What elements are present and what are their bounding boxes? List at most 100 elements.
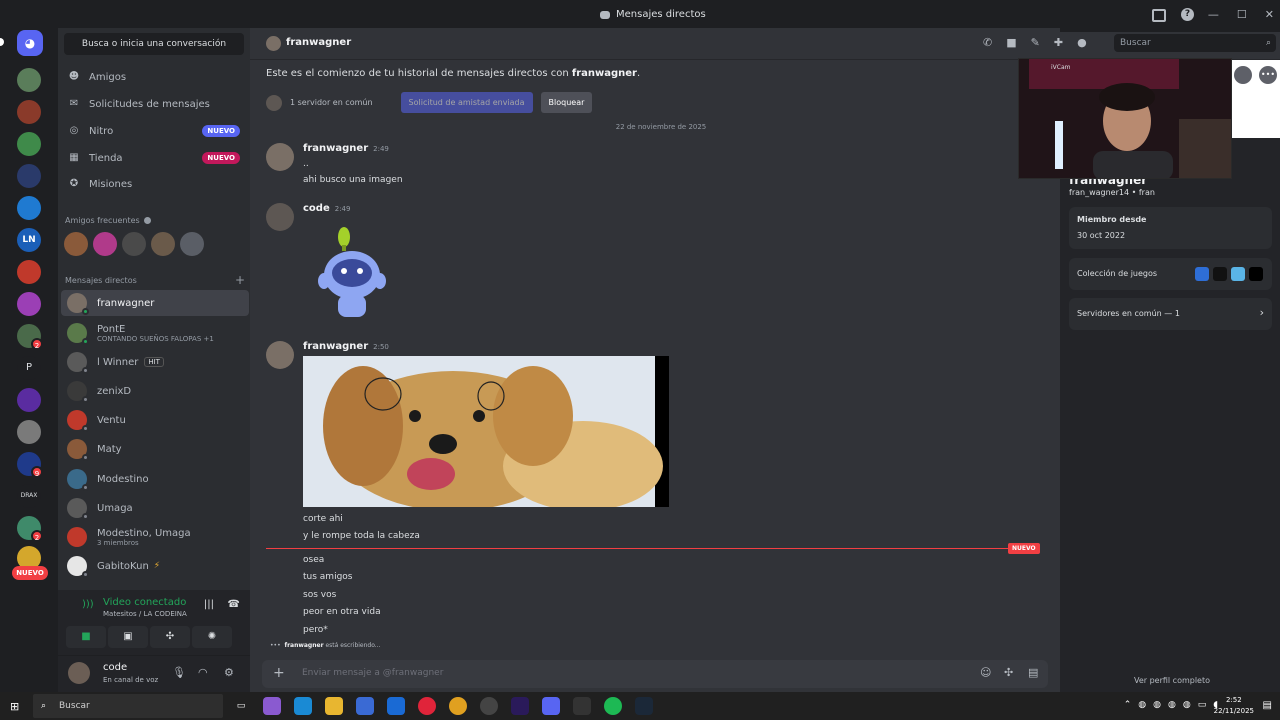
gear-icon[interactable]: ⚙: [224, 666, 234, 679]
new-servers-badge[interactable]: NUEVO: [12, 566, 48, 580]
premiere-icon[interactable]: [511, 697, 529, 715]
network-icon[interactable]: ▭: [1198, 700, 1207, 710]
server-icon[interactable]: [17, 292, 41, 316]
attach-plus-icon[interactable]: +: [273, 665, 285, 681]
message-author[interactable]: code 2:49: [303, 203, 350, 214]
app-icon[interactable]: [573, 697, 591, 715]
taskbar-clock[interactable]: 2:52 22/11/2025: [1214, 695, 1254, 717]
nav-shop[interactable]: ▦ Tienda NUEVO: [64, 147, 244, 169]
dm-item[interactable]: GabitoKun ⚡: [61, 553, 249, 579]
mutual-servers-card[interactable]: Servidores en común — 1 ›: [1069, 298, 1272, 330]
game-collection-card[interactable]: Colección de juegos: [1069, 258, 1272, 290]
avatar[interactable]: [122, 232, 146, 256]
nav-message-requests[interactable]: ✉ Solicitudes de mensajes: [64, 93, 244, 115]
avatar[interactable]: [266, 143, 294, 171]
message-composer[interactable]: + Enviar mensaje a @franwagner ☺ ✣ ▤: [262, 660, 1048, 688]
pin-icon[interactable]: ✎: [1031, 36, 1040, 49]
inbox-icon[interactable]: [1152, 9, 1166, 22]
nav-friends[interactable]: ☻ Amigos: [64, 66, 244, 88]
video-call-icon[interactable]: ■: [1006, 36, 1016, 49]
emoji-icon[interactable]: ☺: [980, 666, 991, 679]
dm-item[interactable]: l Winner HIT: [61, 349, 249, 375]
home-discord-icon[interactable]: ◕: [17, 30, 43, 56]
server-icon[interactable]: [17, 68, 41, 92]
tray-icon[interactable]: ◍: [1183, 700, 1191, 710]
activities-button[interactable]: ✣: [150, 626, 190, 648]
message-author[interactable]: franwagner 2:49: [303, 143, 389, 154]
image-attachment[interactable]: [303, 356, 669, 507]
discord-taskbar-icon[interactable]: [542, 697, 560, 715]
windows-start-icon[interactable]: ⊞: [10, 700, 19, 713]
server-icon[interactable]: [17, 164, 41, 188]
server-icon[interactable]: [17, 420, 41, 444]
add-dm-icon[interactable]: +: [235, 273, 245, 287]
more-icon[interactable]: •••: [1259, 66, 1277, 84]
noise-suppression-icon[interactable]: |||: [204, 599, 214, 610]
add-friend-icon[interactable]: [1234, 66, 1252, 84]
microphone-icon[interactable]: 🎙︎: [172, 666, 186, 679]
dm-item[interactable]: Ventu: [61, 407, 249, 433]
help-icon[interactable]: ?: [1181, 8, 1194, 21]
maximize-button[interactable]: ☐: [1237, 8, 1247, 21]
nav-quests[interactable]: ✪ Misiones: [64, 173, 244, 195]
username[interactable]: code: [103, 662, 127, 673]
opera-icon[interactable]: [418, 697, 436, 715]
task-view-icon[interactable]: ▭: [232, 697, 250, 715]
dm-item[interactable]: Maty: [61, 436, 249, 462]
server-icon[interactable]: [17, 260, 41, 284]
mutual-servers-count[interactable]: 1 servidor en común: [290, 98, 373, 107]
nav-nitro[interactable]: ◎ Nitro NUEVO: [64, 120, 244, 142]
recipient-name[interactable]: franwagner: [286, 37, 351, 48]
recipient-avatar[interactable]: [266, 36, 281, 51]
minimize-button[interactable]: —: [1208, 8, 1219, 21]
find-conversation-button[interactable]: Busca o inicia una conversación: [64, 33, 244, 55]
dm-item[interactable]: franwagner: [61, 290, 249, 316]
user-avatar[interactable]: [68, 662, 90, 684]
voice-call-icon[interactable]: ✆: [983, 36, 992, 49]
search-input[interactable]: Buscar ⌕: [1114, 34, 1276, 52]
gift-icon[interactable]: ▤: [1028, 666, 1038, 679]
chrome-icon[interactable]: [449, 697, 467, 715]
headphones-icon[interactable]: ◠: [198, 666, 208, 679]
soundboard-button[interactable]: ✺: [192, 626, 232, 648]
dm-item[interactable]: Modestino: [61, 466, 249, 492]
dm-item[interactable]: zenixD: [61, 378, 249, 404]
voice-status[interactable]: Video conectado: [103, 597, 186, 608]
view-full-profile-link[interactable]: Ver perfil completo: [1060, 676, 1280, 685]
block-button[interactable]: Bloquear: [540, 92, 593, 113]
server-icon[interactable]: [17, 388, 41, 412]
info-icon[interactable]: [143, 217, 151, 224]
edge-icon[interactable]: [294, 697, 312, 715]
outlook-icon[interactable]: [387, 697, 405, 715]
voice-channel[interactable]: Matesitos / LA CODEINA: [103, 610, 187, 618]
close-button[interactable]: ✕: [1265, 8, 1274, 21]
notification-icon[interactable]: ▤: [1263, 700, 1272, 711]
chevron-up-icon[interactable]: ⌃: [1124, 700, 1132, 710]
dm-item[interactable]: Modestino, Umaga 3 miembros: [61, 524, 249, 550]
sticker-image[interactable]: [312, 223, 392, 325]
user-profile-icon[interactable]: ●: [1077, 36, 1087, 49]
server-icon[interactable]: [17, 132, 41, 156]
screen-share-button[interactable]: ▣: [108, 626, 148, 648]
avatar[interactable]: [266, 203, 294, 231]
server-icon[interactable]: [17, 196, 41, 220]
file-explorer-icon[interactable]: [325, 697, 343, 715]
server-icon[interactable]: [17, 100, 41, 124]
camera-button[interactable]: ■: [66, 626, 106, 648]
spotify-icon[interactable]: [604, 697, 622, 715]
avatar[interactable]: [151, 232, 175, 256]
apps-icon[interactable]: ✣: [1004, 666, 1013, 679]
avatar[interactable]: [180, 232, 204, 256]
tray-icon[interactable]: ◍: [1168, 700, 1176, 710]
server-icon[interactable]: LN: [17, 228, 41, 252]
tray-icon[interactable]: ◍: [1138, 700, 1146, 710]
obs-icon[interactable]: [480, 697, 498, 715]
dm-item[interactable]: Umaga: [61, 495, 249, 521]
avatar[interactable]: [266, 341, 294, 369]
dm-item[interactable]: PontE CONTANDO SUEÑOS FALOPAS +1: [61, 320, 249, 346]
tray-icon[interactable]: ◍: [1153, 700, 1161, 710]
message-author[interactable]: franwagner 2:50: [303, 341, 389, 352]
steam-icon[interactable]: [635, 697, 653, 715]
taskbar-search[interactable]: ⌕ Buscar: [33, 694, 223, 718]
message-input[interactable]: Enviar mensaje a @franwagner: [302, 668, 443, 678]
